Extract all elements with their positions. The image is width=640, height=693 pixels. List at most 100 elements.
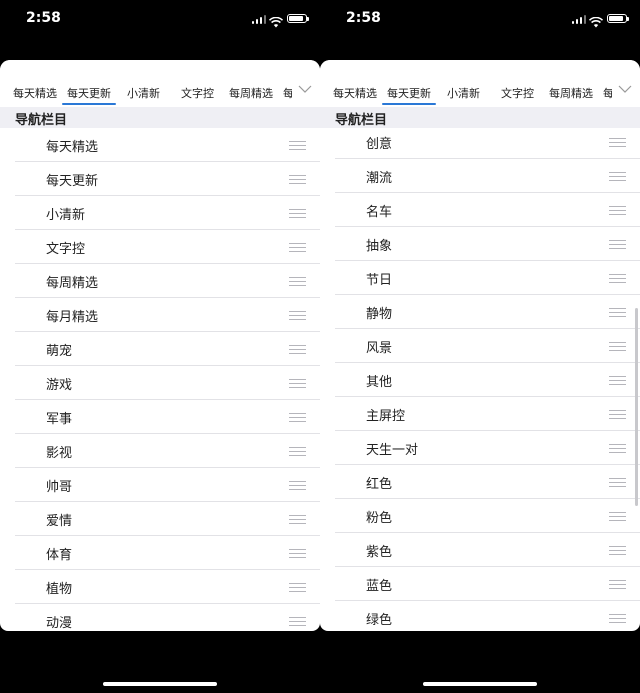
reorder-handle-icon[interactable]: [609, 342, 626, 351]
tab-weekly-picks[interactable]: 每周精选: [549, 85, 593, 101]
signal-icon: [572, 14, 586, 24]
reorder-handle-icon[interactable]: [289, 413, 306, 422]
section-header: 导航栏目: [0, 107, 320, 128]
tab-bar: 每天精选 每天更新 小清新 文字控 每周精选 每: [0, 60, 320, 107]
reorder-handle-icon[interactable]: [609, 580, 626, 589]
tab-fresh[interactable]: 小清新: [447, 85, 480, 101]
reorder-handle-icon[interactable]: [609, 172, 626, 181]
list-item[interactable]: 萌宠: [0, 332, 320, 366]
tab-dropdown-button[interactable]: [292, 76, 320, 104]
list-item-label: 文字控: [46, 242, 86, 257]
tab-daily-updates[interactable]: 每天更新: [67, 85, 111, 101]
reorder-handle-icon[interactable]: [609, 274, 626, 283]
list-item[interactable]: 静物: [320, 295, 640, 329]
tab-weekly-picks[interactable]: 每周精选: [229, 85, 273, 101]
reorder-handle-icon[interactable]: [609, 376, 626, 385]
battery-icon: [607, 14, 629, 23]
tab-daily-updates[interactable]: 每天更新: [387, 85, 431, 101]
list-item[interactable]: 每天更新: [0, 162, 320, 196]
list-item[interactable]: 风景: [320, 329, 640, 363]
list-item[interactable]: 每天精选: [0, 128, 320, 162]
list-item[interactable]: 动漫: [0, 604, 320, 631]
list-item-label: 每天精选: [46, 140, 99, 155]
reorder-handle-icon[interactable]: [289, 141, 306, 150]
list-item-label: 动漫: [46, 616, 73, 631]
section-title: 导航栏目: [15, 113, 68, 128]
reorder-handle-icon[interactable]: [609, 444, 626, 453]
tab-fresh[interactable]: 小清新: [127, 85, 160, 101]
reorder-handle-icon[interactable]: [609, 206, 626, 215]
tab-text[interactable]: 文字控: [501, 85, 534, 101]
list-item[interactable]: 潮流: [320, 159, 640, 193]
reorder-handle-icon[interactable]: [289, 243, 306, 252]
tab-text[interactable]: 文字控: [181, 85, 214, 101]
reorder-handle-icon[interactable]: [609, 410, 626, 419]
list-item[interactable]: 主屏控: [320, 397, 640, 431]
reorder-handle-icon[interactable]: [289, 175, 306, 184]
list-item[interactable]: 植物: [0, 570, 320, 604]
reorder-handle-icon[interactable]: [609, 240, 626, 249]
list-item[interactable]: 名车: [320, 193, 640, 227]
list-item[interactable]: 其他: [320, 363, 640, 397]
list-item-label: 天生一对: [366, 443, 419, 458]
list-item-label: 潮流: [366, 171, 393, 186]
list-item[interactable]: 紫色: [320, 533, 640, 567]
home-indicator[interactable]: [423, 682, 537, 686]
reorder-handle-icon[interactable]: [289, 515, 306, 524]
reorder-handle-icon[interactable]: [609, 512, 626, 521]
phone-screen-left: 2:58 每天精选 每天更新 小清新 文字控 每周精选 每 导航栏目 每天精选 …: [0, 0, 320, 693]
wifi-icon: [588, 13, 604, 28]
reorder-handle-icon[interactable]: [609, 308, 626, 317]
reorder-handle-icon[interactable]: [289, 209, 306, 218]
tab-dropdown-button[interactable]: [612, 76, 640, 104]
reorder-handle-icon[interactable]: [289, 617, 306, 626]
reorder-handle-icon[interactable]: [289, 583, 306, 592]
chevron-down-icon: [298, 85, 312, 93]
list-item[interactable]: 影视: [0, 434, 320, 468]
list-item[interactable]: 节日: [320, 261, 640, 295]
reorder-handle-icon[interactable]: [289, 481, 306, 490]
list-item[interactable]: 每周精选: [0, 264, 320, 298]
tab-daily-picks[interactable]: 每天精选: [13, 85, 57, 101]
status-time: 2:58: [346, 10, 381, 26]
list-item[interactable]: 绿色: [320, 601, 640, 631]
reorder-handle-icon[interactable]: [289, 345, 306, 354]
reorder-handle-icon[interactable]: [289, 549, 306, 558]
home-indicator[interactable]: [103, 682, 217, 686]
list-item[interactable]: 小清新: [0, 196, 320, 230]
list-item[interactable]: 军事: [0, 400, 320, 434]
reorder-handle-icon[interactable]: [289, 311, 306, 320]
list-item[interactable]: 体育: [0, 536, 320, 570]
list-item[interactable]: 游戏: [0, 366, 320, 400]
reorder-handle-icon[interactable]: [609, 546, 626, 555]
list-item-label: 萌宠: [46, 344, 73, 359]
tab-daily-picks[interactable]: 每天精选: [333, 85, 377, 101]
list-item[interactable]: 爱情: [0, 502, 320, 536]
list-item[interactable]: 粉色: [320, 499, 640, 533]
list-item[interactable]: 帅哥: [0, 468, 320, 502]
reorder-handle-icon[interactable]: [609, 614, 626, 623]
list-item[interactable]: 抽象: [320, 227, 640, 261]
list-item[interactable]: 天生一对: [320, 431, 640, 465]
list-item-label: 抽象: [366, 239, 393, 254]
chevron-down-icon: [618, 85, 632, 93]
reorder-handle-icon[interactable]: [289, 447, 306, 456]
list-item-label: 紫色: [366, 545, 393, 560]
list-item[interactable]: 蓝色: [320, 567, 640, 601]
list-item[interactable]: 文字控: [0, 230, 320, 264]
list-item[interactable]: 创意: [320, 125, 640, 159]
reorder-handle-icon[interactable]: [289, 379, 306, 388]
reorder-handle-icon[interactable]: [609, 478, 626, 487]
list-item-label: 每周精选: [46, 276, 99, 291]
status-bar: 2:58: [320, 0, 640, 40]
list-item-label: 其他: [366, 375, 393, 390]
list-item[interactable]: 每月精选: [0, 298, 320, 332]
list-item[interactable]: 红色: [320, 465, 640, 499]
reorder-handle-icon[interactable]: [609, 138, 626, 147]
list-item-label: 影视: [46, 446, 73, 461]
reorder-handle-icon[interactable]: [289, 277, 306, 286]
list-item-label: 每天更新: [46, 174, 99, 189]
list-item-label: 绿色: [366, 613, 393, 628]
scrollbar[interactable]: [635, 308, 638, 506]
signal-icon: [252, 14, 266, 24]
